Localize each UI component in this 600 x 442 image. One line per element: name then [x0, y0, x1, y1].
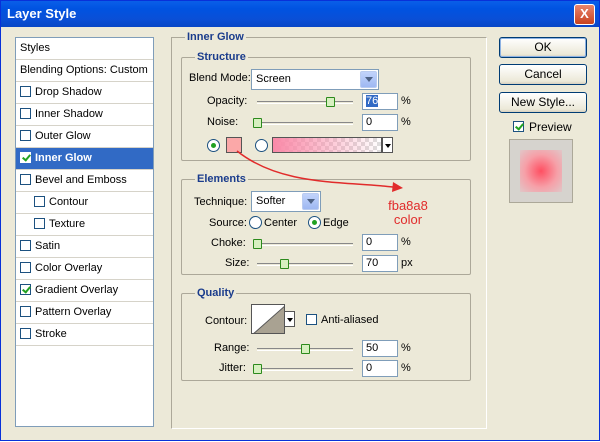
- annotation-hex: fba8a8: [388, 198, 428, 213]
- layer-style-dialog: Layer Style X Styles Blending Options: C…: [0, 0, 600, 441]
- annotation-arrow-icon: [236, 150, 403, 192]
- annotation-word: color: [393, 212, 423, 227]
- annotation-label: fba8a8 color: [373, 199, 443, 227]
